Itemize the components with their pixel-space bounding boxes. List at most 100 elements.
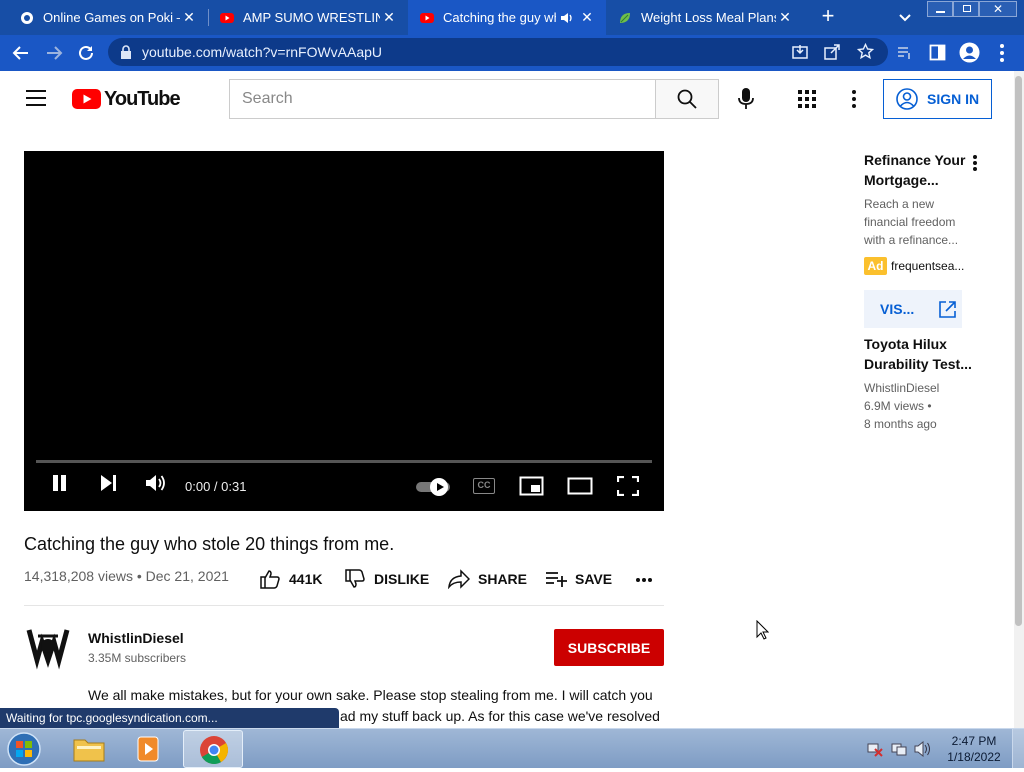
ad-title[interactable]: Refinance Your Mortgage... bbox=[864, 150, 965, 190]
tab-search-icon[interactable] bbox=[896, 8, 914, 26]
share-button[interactable]: SHARE bbox=[448, 568, 527, 590]
progress-bar[interactable] bbox=[36, 460, 652, 463]
video-title: Catching the guy who stole 20 things fro… bbox=[24, 534, 395, 554]
share-page-icon[interactable] bbox=[824, 44, 840, 60]
network-error-icon[interactable] bbox=[867, 741, 883, 757]
pause-icon[interactable] bbox=[50, 473, 70, 493]
youtube-logo[interactable]: YouTube bbox=[72, 87, 181, 111]
hamburger-menu-icon[interactable] bbox=[26, 90, 46, 106]
action-center-icon[interactable] bbox=[891, 741, 907, 757]
close-tab-icon[interactable]: ✕ bbox=[578, 9, 596, 26]
close-tab-icon[interactable]: ✕ bbox=[180, 9, 198, 26]
minimize-window-button[interactable] bbox=[927, 1, 953, 17]
forward-arrow-icon[interactable] bbox=[45, 44, 63, 62]
settings-more-icon[interactable] bbox=[850, 89, 858, 109]
theater-mode-icon[interactable] bbox=[567, 477, 593, 495]
clock-date: 1/18/2022 bbox=[947, 750, 1001, 764]
related-channel[interactable]: WhistlinDiesel bbox=[864, 379, 939, 397]
ad-badge: Ad bbox=[864, 257, 887, 275]
autoplay-play-icon bbox=[437, 483, 444, 491]
youtube-header: YouTube Search SIGN IN bbox=[0, 71, 1014, 128]
closed-captions-icon[interactable]: CC bbox=[473, 478, 495, 494]
video-player[interactable]: 0:00 / 0:31 CC bbox=[24, 151, 664, 511]
bookmark-star-icon[interactable] bbox=[857, 43, 874, 60]
close-window-button[interactable]: ✕ bbox=[979, 1, 1017, 17]
media-control-icon[interactable] bbox=[896, 44, 914, 62]
thumbs-down-icon bbox=[345, 569, 365, 588]
subscribe-button[interactable]: SUBSCRIBE bbox=[554, 629, 664, 666]
tab-catching[interactable]: Catching the guy who ✕ bbox=[408, 0, 606, 35]
sign-in-button[interactable]: SIGN IN bbox=[883, 79, 992, 119]
ad-source: frequentsea... bbox=[891, 259, 965, 273]
tab-poki[interactable]: Online Games on Poki — ✕ bbox=[8, 0, 208, 35]
ad-menu-icon[interactable] bbox=[971, 154, 979, 172]
miniplayer-icon[interactable] bbox=[519, 476, 544, 496]
visit-label: VIS... bbox=[880, 301, 915, 317]
channel-avatar[interactable] bbox=[24, 622, 72, 670]
show-desktop-button[interactable] bbox=[1012, 729, 1024, 768]
video-views-date: 14,318,208 views • Dec 21, 2021 bbox=[24, 568, 229, 584]
close-tab-icon[interactable]: ✕ bbox=[776, 9, 794, 26]
time-display: 0:00 / 0:31 bbox=[185, 479, 247, 494]
scrollbar-thumb[interactable] bbox=[1015, 76, 1022, 626]
related-title-line: Toyota Hilux bbox=[864, 336, 947, 352]
description-line: We all make mistakes, but for your own s… bbox=[88, 687, 653, 703]
share-label: SHARE bbox=[478, 571, 528, 587]
tab-weight-loss[interactable]: Weight Loss Meal Plans fr ✕ bbox=[606, 0, 804, 35]
lock-icon[interactable] bbox=[120, 45, 132, 59]
dislike-button[interactable]: DISLIKE bbox=[345, 568, 429, 590]
windows-logo-icon bbox=[7, 732, 41, 766]
related-title-line: Durability Test... bbox=[864, 356, 972, 372]
browser-toolbar: youtube.com/watch?v=rnFOWvAAapU bbox=[0, 35, 1024, 71]
chrome-taskbar-button[interactable] bbox=[183, 730, 243, 768]
ad-title-line: Mortgage... bbox=[864, 172, 939, 188]
channel-name[interactable]: WhistlinDiesel bbox=[88, 630, 184, 646]
chrome-icon bbox=[200, 736, 228, 764]
apps-grid-icon[interactable] bbox=[798, 90, 816, 108]
search-input[interactable]: Search bbox=[229, 79, 656, 119]
fullscreen-icon[interactable] bbox=[617, 476, 639, 496]
windows-taskbar bbox=[0, 728, 1024, 768]
channel-logo-icon bbox=[25, 623, 71, 670]
media-player-icon bbox=[137, 736, 159, 762]
restore-window-button[interactable] bbox=[953, 1, 979, 17]
subscribe-label: SUBSCRIBE bbox=[567, 639, 651, 656]
like-count: 441K bbox=[289, 571, 323, 587]
back-arrow-icon[interactable] bbox=[12, 44, 30, 62]
thumbs-up-icon bbox=[260, 570, 280, 589]
new-tab-button[interactable]: + bbox=[816, 5, 840, 29]
reload-icon[interactable] bbox=[77, 44, 95, 62]
dislike-label: DISLIKE bbox=[374, 571, 430, 587]
address-bar[interactable]: youtube.com/watch?v=rnFOWvAAapU bbox=[108, 38, 888, 66]
taskbar-clock[interactable]: 2:47 PM 1/18/2022 bbox=[942, 733, 1006, 765]
tab-sumo[interactable]: AMP SUMO WRESTLING ✕ bbox=[208, 0, 408, 35]
audio-playing-icon[interactable] bbox=[560, 11, 574, 25]
side-panel-icon[interactable] bbox=[929, 44, 946, 61]
tab-title: AMP SUMO WRESTLING bbox=[243, 10, 380, 25]
media-player-taskbar-button[interactable] bbox=[128, 732, 170, 766]
autoplay-toggle[interactable] bbox=[416, 478, 452, 496]
browser-menu-icon[interactable] bbox=[996, 43, 1008, 63]
youtube-logo-icon bbox=[72, 89, 101, 109]
like-button[interactable]: 441K bbox=[260, 568, 322, 590]
tab-title: Catching the guy who bbox=[443, 10, 556, 25]
leaf-icon bbox=[620, 12, 630, 23]
save-button[interactable]: SAVE bbox=[545, 568, 612, 590]
install-app-icon[interactable] bbox=[792, 44, 808, 60]
volume-icon[interactable] bbox=[145, 473, 167, 493]
microphone-icon[interactable] bbox=[738, 88, 754, 110]
file-explorer-taskbar-button[interactable] bbox=[68, 732, 110, 766]
search-button[interactable] bbox=[655, 79, 719, 119]
close-tab-icon[interactable]: ✕ bbox=[380, 9, 398, 26]
youtube-icon bbox=[420, 12, 434, 23]
more-actions-icon[interactable] bbox=[635, 577, 653, 583]
save-playlist-icon bbox=[546, 572, 567, 587]
browser-tab-bar: Online Games on Poki — ✕ AMP SUMO WRESTL… bbox=[0, 0, 1024, 35]
tab-title: Weight Loss Meal Plans fr bbox=[641, 10, 776, 25]
related-video-title[interactable]: Toyota Hilux Durability Test... bbox=[864, 334, 972, 374]
next-video-icon[interactable] bbox=[98, 473, 118, 493]
visit-site-button[interactable]: VIS... bbox=[864, 290, 962, 328]
profile-avatar-icon[interactable] bbox=[959, 42, 980, 63]
volume-tray-icon[interactable] bbox=[914, 741, 931, 757]
start-button[interactable] bbox=[5, 731, 43, 767]
